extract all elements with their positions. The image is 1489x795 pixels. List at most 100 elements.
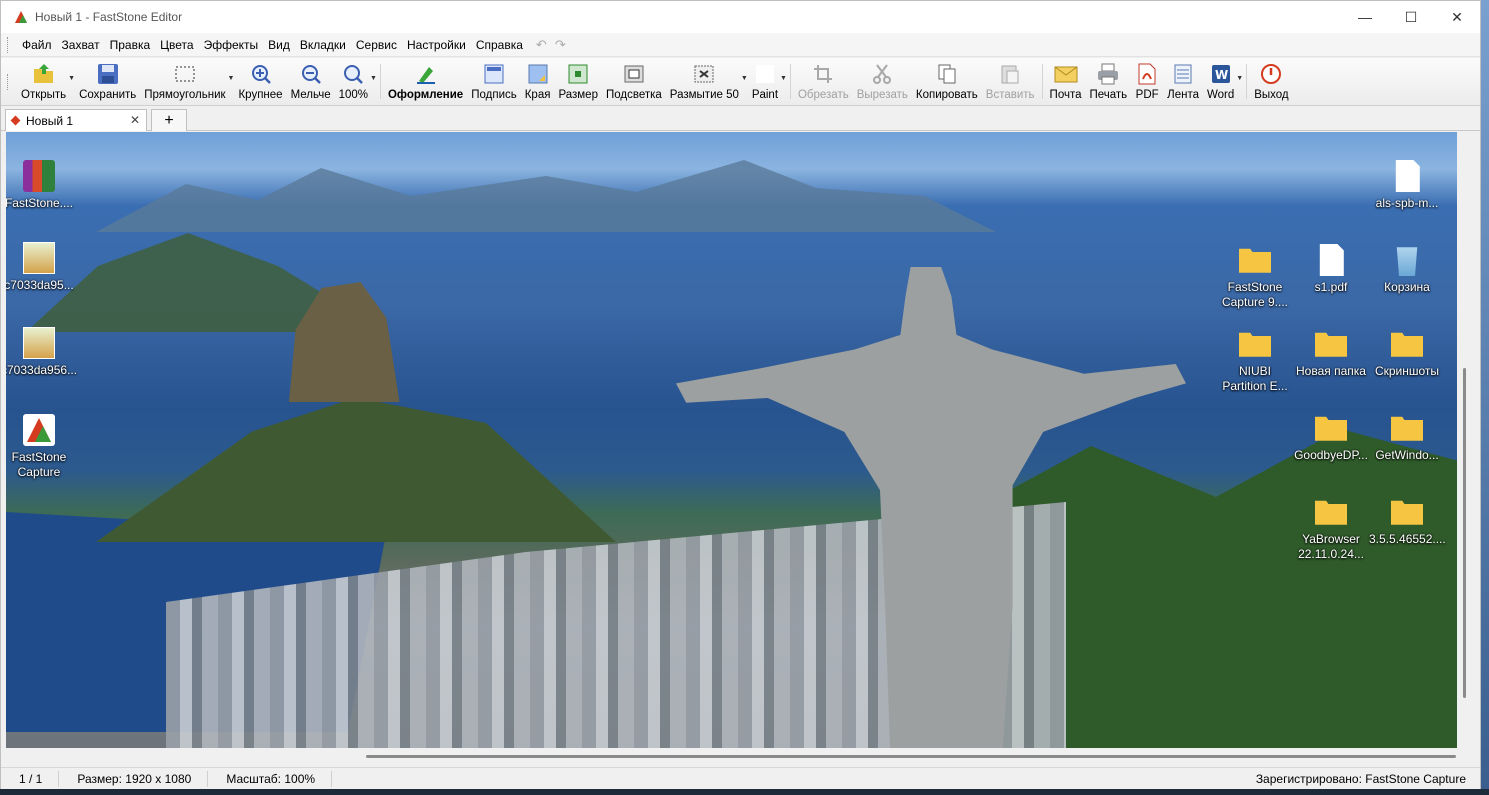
paste-button[interactable]: Вставить (982, 58, 1039, 105)
ribbon-button[interactable]: Лента (1163, 58, 1203, 105)
undo-icon[interactable]: ↶ (536, 37, 547, 53)
folder-icon (1239, 248, 1271, 273)
zoom-in-button[interactable]: Крупнее (234, 58, 286, 105)
background-mountains (96, 160, 996, 232)
taskbar (0, 789, 1489, 795)
image-file-icon (23, 327, 55, 359)
folder-icon (1315, 332, 1347, 357)
desktop-icon[interactable]: Новая папка (1293, 328, 1369, 379)
desktop-icon[interactable]: c7033da956... (6, 327, 77, 378)
toolbar-separator (789, 64, 791, 99)
menu-file[interactable]: Файл (17, 38, 57, 52)
zoom-100-button[interactable]: 100% (335, 58, 372, 105)
crop-button[interactable]: Обрезать (794, 58, 853, 105)
image-file-icon (23, 242, 55, 274)
desktop-icon[interactable]: als-spb-m... (1369, 160, 1445, 211)
paste-icon (998, 62, 1022, 86)
recycle-bin-icon (1396, 247, 1418, 276)
folder-icon (1239, 332, 1271, 357)
tab-new-1[interactable]: Новый 1 ✕ (5, 109, 147, 131)
copy-icon (935, 62, 959, 86)
open-button[interactable]: Открыть (17, 58, 70, 105)
design-button[interactable]: Оформление (384, 58, 467, 105)
blur-button[interactable]: Размытие 50 (666, 58, 743, 105)
menu-tabs[interactable]: Вкладки (295, 38, 351, 52)
pdf-button[interactable]: PDF (1131, 58, 1163, 105)
highlight-button[interactable]: Подсветка (602, 58, 666, 105)
desktop-icon[interactable]: c7033da95... (6, 242, 77, 293)
menu-help[interactable]: Справка (471, 38, 528, 52)
desktop-icon[interactable]: GetWindo... (1369, 412, 1445, 463)
tab-label: Новый 1 (26, 113, 74, 128)
page-indicator: 1 / 1 (1, 770, 60, 787)
main-toolbar: Открыть ▼ Сохранить Прямоугольник ▼ Круп… (1, 58, 1480, 106)
vertical-scrollbar[interactable] (1457, 132, 1472, 748)
save-button[interactable]: Сохранить (75, 58, 140, 105)
print-button[interactable]: Печать (1085, 58, 1131, 105)
caption-icon (482, 62, 506, 86)
zoom-in-icon (249, 62, 273, 86)
desktop-icon[interactable]: FastStone Capture (6, 414, 77, 480)
maximize-button[interactable]: ☐ (1388, 1, 1434, 33)
exit-button[interactable]: Выход (1250, 58, 1292, 105)
paint-button[interactable]: Paint (748, 58, 782, 105)
folder-icon (1315, 500, 1347, 525)
faststone-capture-icon (23, 414, 55, 446)
caption-button[interactable]: Подпись (467, 58, 521, 105)
menu-grip[interactable] (7, 36, 11, 53)
redo-icon[interactable]: ↷ (555, 37, 566, 53)
document-file-icon (1395, 160, 1420, 192)
word-button[interactable]: W Word (1203, 58, 1238, 105)
menu-view[interactable]: Вид (263, 38, 295, 52)
editor-window: Новый 1 - FastStone Editor — ☐ ✕ Файл За… (0, 0, 1481, 789)
desktop-icon[interactable]: GoodbyeDP... (1293, 412, 1369, 463)
edges-button[interactable]: Края (521, 58, 555, 105)
folder-icon (1391, 332, 1423, 357)
zoom-out-button[interactable]: Мельче (287, 58, 335, 105)
desktop-icon[interactable]: FastStone Capture 9.... (1217, 244, 1293, 310)
close-icon: ✕ (1451, 8, 1463, 25)
copy-button[interactable]: Копировать (912, 58, 982, 105)
registration-info: Зарегистрировано: FastStone Capture (1255, 771, 1466, 786)
draw-pen-icon (414, 62, 438, 86)
toolbar-grip[interactable] (7, 73, 11, 90)
menu-colors[interactable]: Цвета (155, 38, 198, 52)
pdf-file-icon (1319, 244, 1344, 276)
menu-effects[interactable]: Эффекты (199, 38, 264, 52)
tab-close-icon[interactable]: ✕ (130, 113, 140, 127)
horizontal-scroll-thumb[interactable] (366, 755, 1456, 758)
toolbar-separator (379, 64, 381, 99)
toolbar-separator (1246, 64, 1248, 99)
desktop-icon[interactable]: Скриншоты (1369, 328, 1445, 379)
title-bar[interactable]: Новый 1 - FastStone Editor — ☐ ✕ (1, 1, 1480, 33)
image-canvas[interactable]: FastStone.... c7033da95... c7033da956...… (6, 132, 1465, 748)
desktop-icon[interactable]: 3.5.5.46552.... (1369, 496, 1446, 547)
desktop-icon[interactable]: YaBrowser 22.11.0.24... (1293, 496, 1369, 562)
menu-edit[interactable]: Правка (105, 38, 156, 52)
edges-icon (526, 62, 550, 86)
rectangle-select-button[interactable]: Прямоугольник (140, 58, 229, 105)
vertical-scroll-thumb[interactable] (1463, 368, 1466, 698)
mail-button[interactable]: Почта (1046, 58, 1086, 105)
menu-settings[interactable]: Настройки (402, 38, 471, 52)
add-tab-button[interactable]: + (151, 109, 187, 131)
desktop-icon[interactable]: Корзина (1369, 244, 1445, 295)
horizontal-scrollbar[interactable] (6, 748, 1465, 764)
cut-button[interactable]: Вырезать (853, 58, 912, 105)
close-window-button[interactable]: ✕ (1434, 1, 1480, 33)
zoom-out-icon (299, 62, 323, 86)
printer-icon (1096, 62, 1120, 86)
desktop-icon[interactable]: FastStone.... (6, 160, 77, 211)
folder-icon (1391, 500, 1423, 525)
envelope-icon (1054, 62, 1078, 86)
document-tab-bar: Новый 1 ✕ + (1, 107, 1480, 131)
desktop-icon[interactable]: s1.pdf (1293, 244, 1369, 295)
paint-icon (753, 62, 777, 86)
status-bar: 1 / 1 Размер: 1920 x 1080 Масштаб: 100% … (1, 767, 1480, 789)
minimize-button[interactable]: — (1342, 1, 1388, 33)
desktop-icon[interactable]: NIUBI Partition E... (1217, 328, 1293, 394)
menu-service[interactable]: Сервис (351, 38, 402, 52)
zoom-level: Масштаб: 100% (208, 770, 333, 787)
menu-capture[interactable]: Захват (57, 38, 105, 52)
resize-button[interactable]: Размер (554, 58, 602, 105)
